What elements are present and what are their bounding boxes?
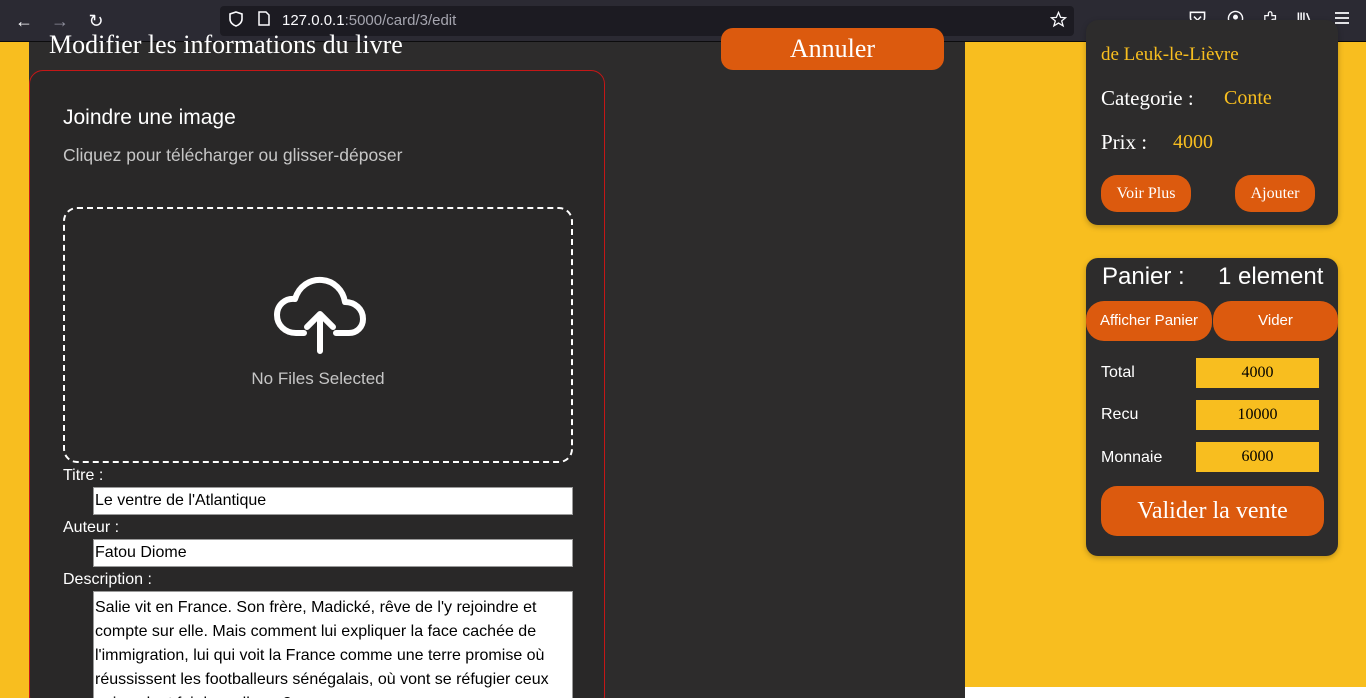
voir-plus-button[interactable]: Voir Plus (1101, 175, 1191, 212)
ajouter-button[interactable]: Ajouter (1235, 175, 1315, 212)
validate-sale-button[interactable]: Valider la vente (1101, 486, 1324, 536)
total-value: 4000 (1196, 358, 1319, 388)
auteur-label: Auteur : (63, 519, 120, 536)
cancel-button[interactable]: Annuler (721, 28, 944, 70)
prix-label: Prix : (1101, 130, 1148, 154)
page-title: Modifier les informations du livre (49, 30, 403, 59)
description-textarea[interactable]: Salie vit en France. Son frère, Madické,… (93, 591, 573, 698)
categorie-value: Conte (1224, 87, 1272, 109)
monnaie-label: Monnaie (1101, 449, 1163, 466)
cart-panel: Panier : 1 element Afficher Panier Vider… (1086, 258, 1338, 556)
auteur-input[interactable] (93, 539, 573, 567)
clear-cart-button[interactable]: Vider (1213, 301, 1338, 341)
show-cart-button[interactable]: Afficher Panier (1086, 301, 1212, 341)
categorie-label: Categorie : (1101, 86, 1194, 110)
back-arrow-icon[interactable]: ← (11, 8, 37, 34)
prix-value: 4000 (1173, 131, 1213, 153)
cart-label: Panier : (1102, 263, 1185, 290)
no-files-text: No Files Selected (251, 369, 385, 388)
book-card: de Leuk-le-Lièvre Categorie : Conte Prix… (1086, 20, 1338, 225)
edit-form: Joindre une image Cliquez pour télécharg… (29, 70, 605, 698)
book-author: de Leuk-le-Lièvre (1101, 44, 1239, 65)
shield-icon[interactable] (226, 11, 246, 31)
cloud-upload-icon (274, 276, 366, 354)
page-bottom-edge (965, 687, 1366, 698)
page-info-icon[interactable] (254, 11, 274, 31)
monnaie-value: 6000 (1196, 442, 1319, 472)
total-label: Total (1101, 364, 1135, 381)
edit-panel: Modifier les informations du livre Annul… (29, 28, 965, 698)
recu-value[interactable]: 10000 (1196, 400, 1319, 430)
titre-label: Titre : (63, 467, 104, 484)
image-section-subtitle: Cliquez pour télécharger ou glisser-dépo… (63, 145, 403, 165)
cart-count: 1 element (1218, 263, 1324, 290)
description-label: Description : (63, 571, 152, 588)
bookmark-star-icon[interactable] (1048, 10, 1068, 31)
url-text[interactable]: 127.0.0.1:5000/card/3/edit (282, 12, 456, 29)
image-dropzone[interactable]: No Files Selected (63, 207, 573, 463)
recu-label: Recu (1101, 406, 1139, 423)
image-section-title: Joindre une image (63, 106, 236, 129)
titre-input[interactable] (93, 487, 573, 515)
